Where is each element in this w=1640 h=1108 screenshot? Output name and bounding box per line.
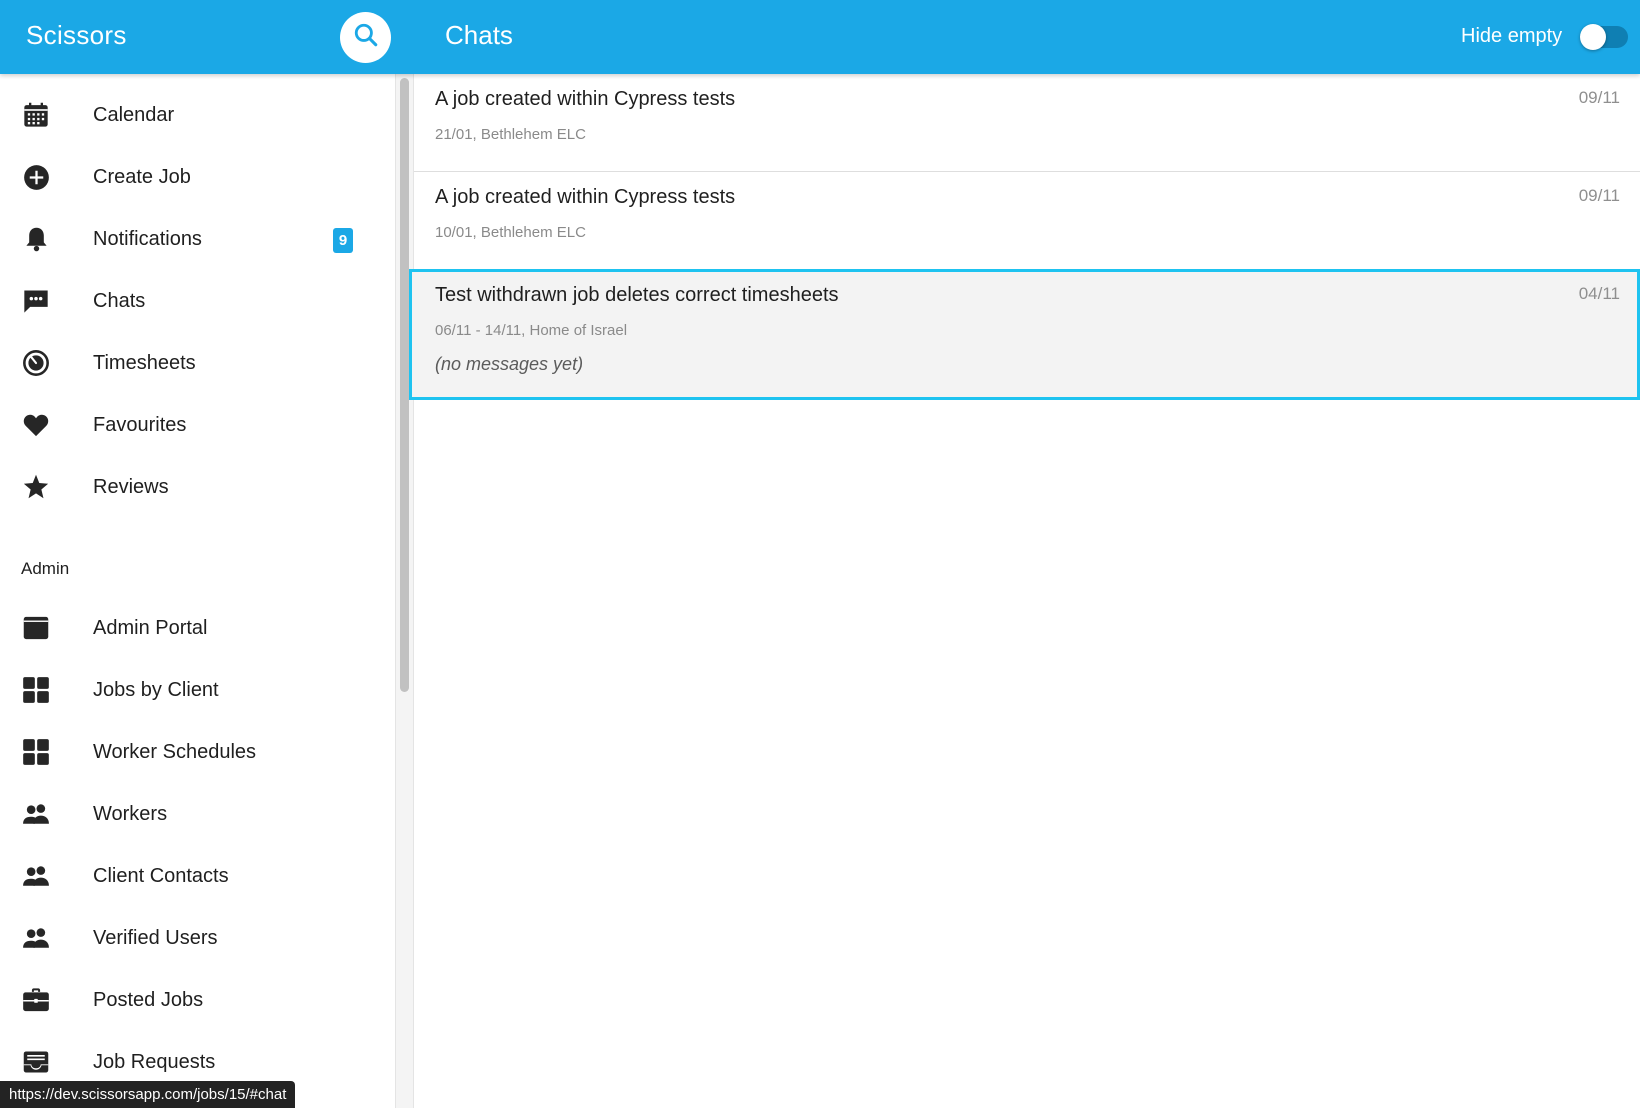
grid-icon	[22, 738, 50, 766]
chat-list-item-selected[interactable]: Test withdrawn job deletes correct times…	[409, 269, 1640, 400]
sidebar: Calendar Create Job Notifications 9 Chat…	[0, 74, 396, 1108]
sidebar-item-label: Jobs by Client	[93, 678, 219, 701]
app-title: Scissors	[26, 20, 127, 50]
sidebar-item-admin-portal[interactable]: Admin Portal	[0, 597, 390, 659]
search-icon	[353, 22, 379, 53]
bell-icon	[22, 225, 50, 253]
window-icon	[22, 614, 50, 642]
hide-empty-label: Hide empty	[1461, 25, 1563, 47]
chat-bubble-icon	[22, 287, 50, 315]
chat-title: Test withdrawn job deletes correct times…	[435, 284, 839, 306]
briefcase-icon	[22, 986, 50, 1014]
chat-subtitle: 10/01, Bethlehem ELC	[435, 224, 586, 241]
sidebar-item-label: Job Requests	[93, 1050, 216, 1073]
chat-title: A job created within Cypress tests	[435, 88, 736, 110]
admin-section-label: Admin	[21, 559, 70, 578]
sidebar-item-create-job[interactable]: Create Job	[0, 146, 390, 208]
sidebar-item-reviews[interactable]: Reviews	[0, 456, 390, 518]
add-circle-icon	[22, 163, 50, 191]
people-icon	[22, 800, 50, 828]
chat-list-item[interactable]: A job created within Cypress tests 10/01…	[414, 172, 1640, 271]
sidebar-item-label: Verified Users	[93, 926, 218, 949]
sidebar-item-label: Client Contacts	[93, 864, 229, 887]
sidebar-item-timesheets[interactable]: Timesheets	[0, 332, 390, 394]
inbox-icon	[22, 1048, 50, 1076]
chat-last-message: (no messages yet)	[435, 354, 584, 374]
chat-title: A job created within Cypress tests	[435, 186, 736, 208]
search-button[interactable]	[340, 12, 391, 63]
grid-icon	[22, 676, 50, 704]
sidebar-item-favourites[interactable]: Favourites	[0, 394, 390, 456]
people-icon	[22, 862, 50, 890]
chat-date: 09/11	[1578, 186, 1620, 205]
sidebar-item-chats[interactable]: Chats	[0, 270, 390, 332]
chat-list-item[interactable]: A job created within Cypress tests 21/01…	[414, 74, 1640, 172]
star-icon	[22, 473, 50, 501]
notification-count-badge: 9	[333, 228, 353, 253]
sidebar-item-workers[interactable]: Workers	[0, 783, 390, 845]
hide-empty-toggle[interactable]	[1580, 24, 1628, 50]
sidebar-item-label: Timesheets	[93, 351, 196, 374]
sidebar-item-notifications[interactable]: Notifications 9	[0, 208, 390, 270]
heart-icon	[22, 411, 50, 439]
sidebar-item-posted-jobs[interactable]: Posted Jobs	[0, 969, 390, 1031]
chat-list: A job created within Cypress tests 21/01…	[409, 74, 1640, 1108]
chat-date: 04/11	[1578, 284, 1620, 303]
sidebar-item-label: Workers	[93, 802, 168, 825]
calendar-icon	[22, 101, 50, 129]
sidebar-item-jobs-by-client[interactable]: Jobs by Client	[0, 659, 390, 721]
sidebar-scrollbar-thumb[interactable]	[400, 78, 409, 692]
people-icon	[22, 924, 50, 952]
chat-subtitle: 21/01, Bethlehem ELC	[435, 126, 586, 143]
chat-date: 09/11	[1578, 88, 1620, 107]
sidebar-item-label: Chats	[93, 289, 146, 312]
sidebar-item-label: Create Job	[93, 165, 191, 188]
sidebar-item-label: Favourites	[93, 413, 187, 436]
top-app-bar: Scissors Chats Hide empty	[0, 0, 1640, 74]
sidebar-item-verified-users[interactable]: Verified Users	[0, 907, 390, 969]
page-title: Chats	[445, 20, 513, 50]
sidebar-item-label: Calendar	[93, 103, 175, 126]
sidebar-item-label: Reviews	[93, 475, 169, 498]
sidebar-item-client-contacts[interactable]: Client Contacts	[0, 845, 390, 907]
sidebar-item-label: Admin Portal	[93, 616, 208, 639]
sidebar-scrollbar[interactable]	[396, 74, 414, 1108]
app-window: Scissors Chats Hide empty Calendar Creat…	[0, 0, 1640, 1108]
sidebar-item-calendar[interactable]: Calendar	[0, 84, 390, 146]
sidebar-item-label: Posted Jobs	[93, 988, 204, 1011]
sidebar-item-label: Notifications	[93, 227, 202, 250]
status-bar-url: https://dev.scissorsapp.com/jobs/15/#cha…	[0, 1081, 296, 1108]
chat-subtitle: 06/11 - 14/11, Home of Israel	[435, 322, 628, 339]
sidebar-item-label: Worker Schedules	[93, 740, 257, 763]
sidebar-item-worker-schedules[interactable]: Worker Schedules	[0, 721, 390, 783]
timer-icon	[22, 349, 50, 377]
toggle-knob	[1580, 24, 1606, 50]
